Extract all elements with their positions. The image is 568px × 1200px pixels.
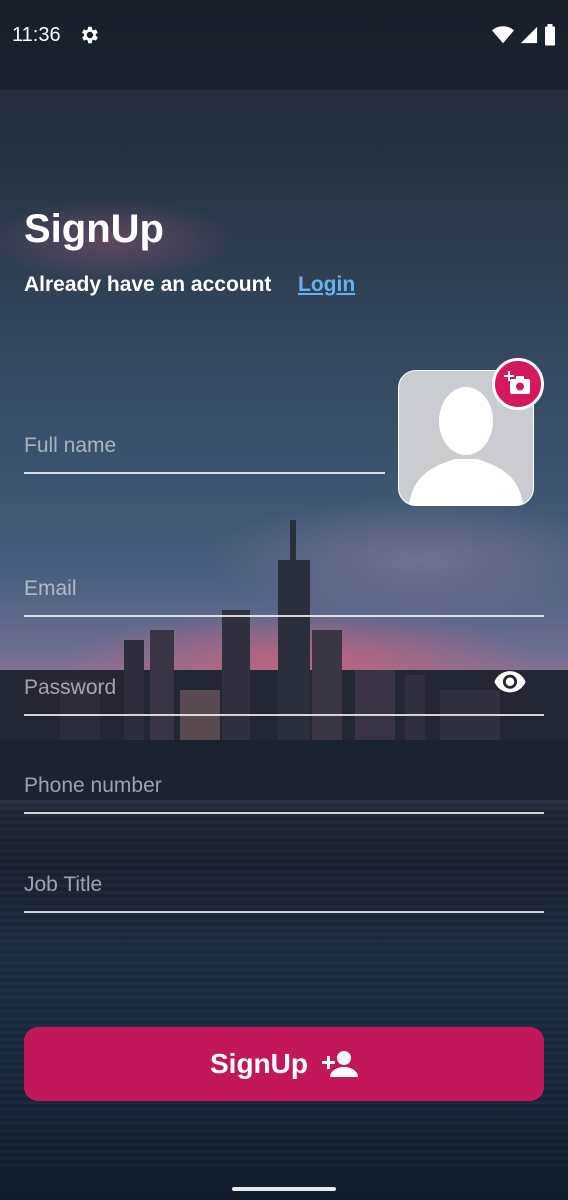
signup-button[interactable]: SignUp (24, 1027, 544, 1101)
job-title-placeholder: Job Title (24, 873, 103, 896)
full-name-placeholder: Full name (24, 434, 117, 457)
add-photo-button[interactable] (492, 358, 544, 410)
page-title: SignUp (24, 207, 164, 251)
signup-button-label: SignUp (210, 1048, 308, 1079)
system-icons (492, 24, 556, 46)
person-add-icon (322, 1051, 358, 1077)
email-field[interactable]: Email (24, 565, 544, 617)
login-link[interactable]: Login (298, 273, 355, 297)
water-texture (0, 800, 568, 1170)
full-name-field[interactable]: Full name (24, 422, 385, 474)
email-placeholder: Email (24, 577, 77, 600)
gesture-nav-bar[interactable] (232, 1187, 336, 1191)
city-skyline-image (0, 520, 568, 800)
phone-number-placeholder: Phone number (24, 774, 162, 797)
job-title-field[interactable]: Job Title (24, 861, 544, 913)
wifi-icon (492, 26, 514, 44)
already-have-account-text: Already have an account (24, 273, 272, 296)
battery-icon (545, 24, 555, 46)
eye-icon[interactable] (493, 664, 527, 698)
password-field[interactable]: Password (24, 664, 544, 716)
password-placeholder: Password (24, 676, 117, 699)
add-a-photo-icon (504, 371, 530, 394)
gear-icon (82, 26, 98, 44)
phone-number-field[interactable]: Phone number (24, 762, 544, 814)
status-time: 11:36 (12, 24, 61, 46)
signal-icon (520, 26, 538, 44)
status-bar: 11:36 (0, 0, 568, 90)
